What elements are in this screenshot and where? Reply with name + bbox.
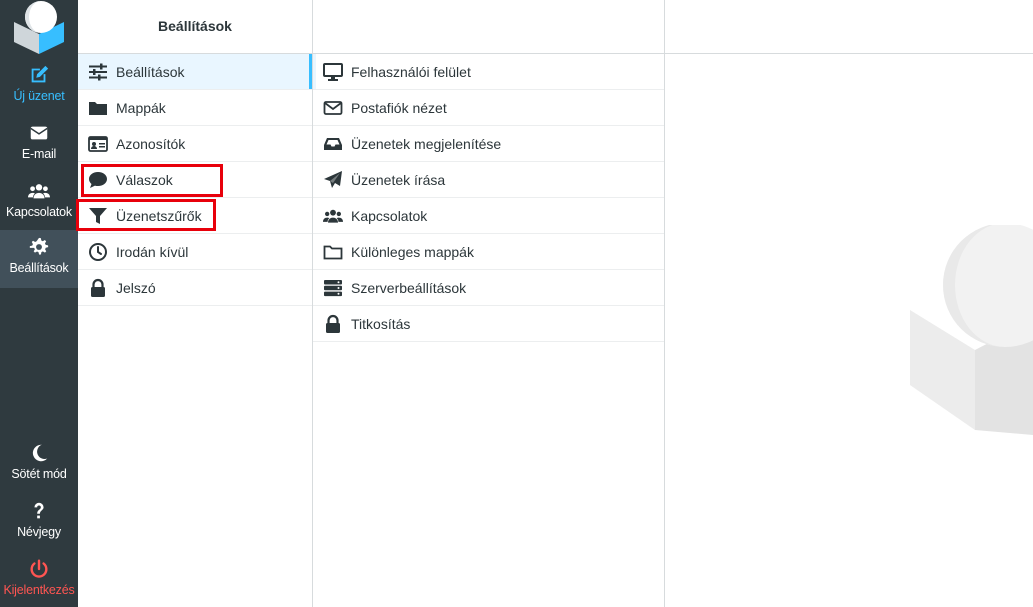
section-item-label: Üzenetek megjelenítése xyxy=(351,135,502,152)
users-icon xyxy=(28,184,50,199)
dark-mode-button[interactable]: Sötét mód xyxy=(0,436,78,494)
settings-item-password[interactable]: Jelszó xyxy=(78,270,312,306)
settings-item-identities[interactable]: Azonosítók xyxy=(78,126,312,162)
lock-icon xyxy=(326,314,340,333)
settings-item-label: Válaszok xyxy=(116,171,173,188)
section-item-composing-messages[interactable]: Üzenetek írása xyxy=(313,162,664,198)
sliders-icon xyxy=(89,63,107,80)
filter-icon xyxy=(89,207,107,224)
app-window: Új üzenet E-mail Kapcsolatok Beállítások… xyxy=(0,0,1033,607)
paper-plane-icon xyxy=(324,170,342,188)
lock-icon xyxy=(91,278,105,297)
settings-item-label: Azonosítók xyxy=(116,135,186,152)
section-item-contacts[interactable]: Kapcsolatok xyxy=(313,198,664,234)
settings-item-preferences[interactable]: Beállítások xyxy=(78,54,312,90)
sections-list: Felhasználói felület Postafiók nézet Üze… xyxy=(313,54,664,342)
compose-icon xyxy=(31,65,49,83)
dark-mode-label: Sötét mód xyxy=(11,467,67,481)
section-item-user-interface[interactable]: Felhasználói felület xyxy=(313,54,664,90)
watermark-logo-icon xyxy=(910,225,1033,435)
settings-item-label: Üzenetszűrők xyxy=(116,207,202,224)
section-item-label: Üzenetek írása xyxy=(351,171,446,188)
settings-label: Beállítások xyxy=(9,261,69,275)
envelope-outline-icon xyxy=(323,100,343,115)
about-label: Névjegy xyxy=(17,525,61,539)
folder-outline-icon xyxy=(323,245,343,259)
settings-item-vacation[interactable]: Irodán kívül xyxy=(78,234,312,270)
mail-button[interactable]: E-mail xyxy=(0,116,78,174)
settings-menu-header: Beállítások xyxy=(78,0,312,54)
settings-item-label: Irodán kívül xyxy=(116,243,189,260)
clock-icon xyxy=(89,242,107,261)
settings-item-filters[interactable]: Üzenetszűrők xyxy=(78,198,312,234)
settings-item-folders[interactable]: Mappák xyxy=(78,90,312,126)
section-item-encryption[interactable]: Titkosítás xyxy=(313,306,664,342)
server-icon xyxy=(324,279,342,296)
comment-icon xyxy=(89,171,107,188)
settings-item-label: Jelszó xyxy=(116,279,156,296)
section-item-special-folders[interactable]: Különleges mappák xyxy=(313,234,664,270)
section-item-label: Postafiók nézet xyxy=(351,99,447,116)
settings-menu-list: Beállítások Mappák Azonosítók Válaszok Ü… xyxy=(78,54,312,306)
roundcube-logo-icon[interactable] xyxy=(10,0,68,54)
content-header xyxy=(665,0,1033,54)
about-button[interactable]: Névjegy xyxy=(0,494,78,552)
settings-item-label: Mappák xyxy=(116,99,166,116)
logout-label: Kijelentkezés xyxy=(3,583,75,597)
settings-menu-panel: Beállítások Beállítások Mappák Azonosító… xyxy=(76,0,313,607)
main-nav-rail: Új üzenet E-mail Kapcsolatok Beállítások… xyxy=(0,0,78,607)
section-item-label: Felhasználói felület xyxy=(351,63,471,80)
settings-item-responses[interactable]: Válaszok xyxy=(78,162,312,198)
settings-item-label: Beállítások xyxy=(116,63,185,80)
power-icon xyxy=(30,559,48,578)
contacts-button[interactable]: Kapcsolatok xyxy=(0,174,78,232)
section-item-label: Különleges mappák xyxy=(351,243,474,260)
logout-button[interactable]: Kijelentkezés xyxy=(0,552,78,607)
question-icon xyxy=(34,502,44,519)
section-item-mailbox-view[interactable]: Postafiók nézet xyxy=(313,90,664,126)
monitor-icon xyxy=(323,62,343,81)
settings-button[interactable]: Beállítások xyxy=(0,230,78,288)
compose-button[interactable]: Új üzenet xyxy=(0,58,78,116)
preferences-sections-panel: Felhasználói felület Postafiók nézet Üze… xyxy=(313,0,665,607)
gear-icon xyxy=(29,237,49,255)
section-item-label: Kapcsolatok xyxy=(351,207,428,224)
section-item-displaying-messages[interactable]: Üzenetek megjelenítése xyxy=(313,126,664,162)
id-card-icon xyxy=(88,135,108,152)
sections-header xyxy=(313,0,664,54)
compose-label: Új üzenet xyxy=(13,89,65,103)
inbox-icon xyxy=(324,137,342,150)
section-item-label: Titkosítás xyxy=(351,315,411,332)
users-icon xyxy=(323,209,343,223)
folder-icon xyxy=(89,101,107,115)
mail-label: E-mail xyxy=(21,147,57,161)
envelope-icon xyxy=(30,126,48,140)
section-item-server-settings[interactable]: Szerverbeállítások xyxy=(313,270,664,306)
section-item-label: Szerverbeállítások xyxy=(351,279,467,296)
contacts-label: Kapcsolatok xyxy=(6,205,72,219)
moon-icon xyxy=(32,444,48,462)
